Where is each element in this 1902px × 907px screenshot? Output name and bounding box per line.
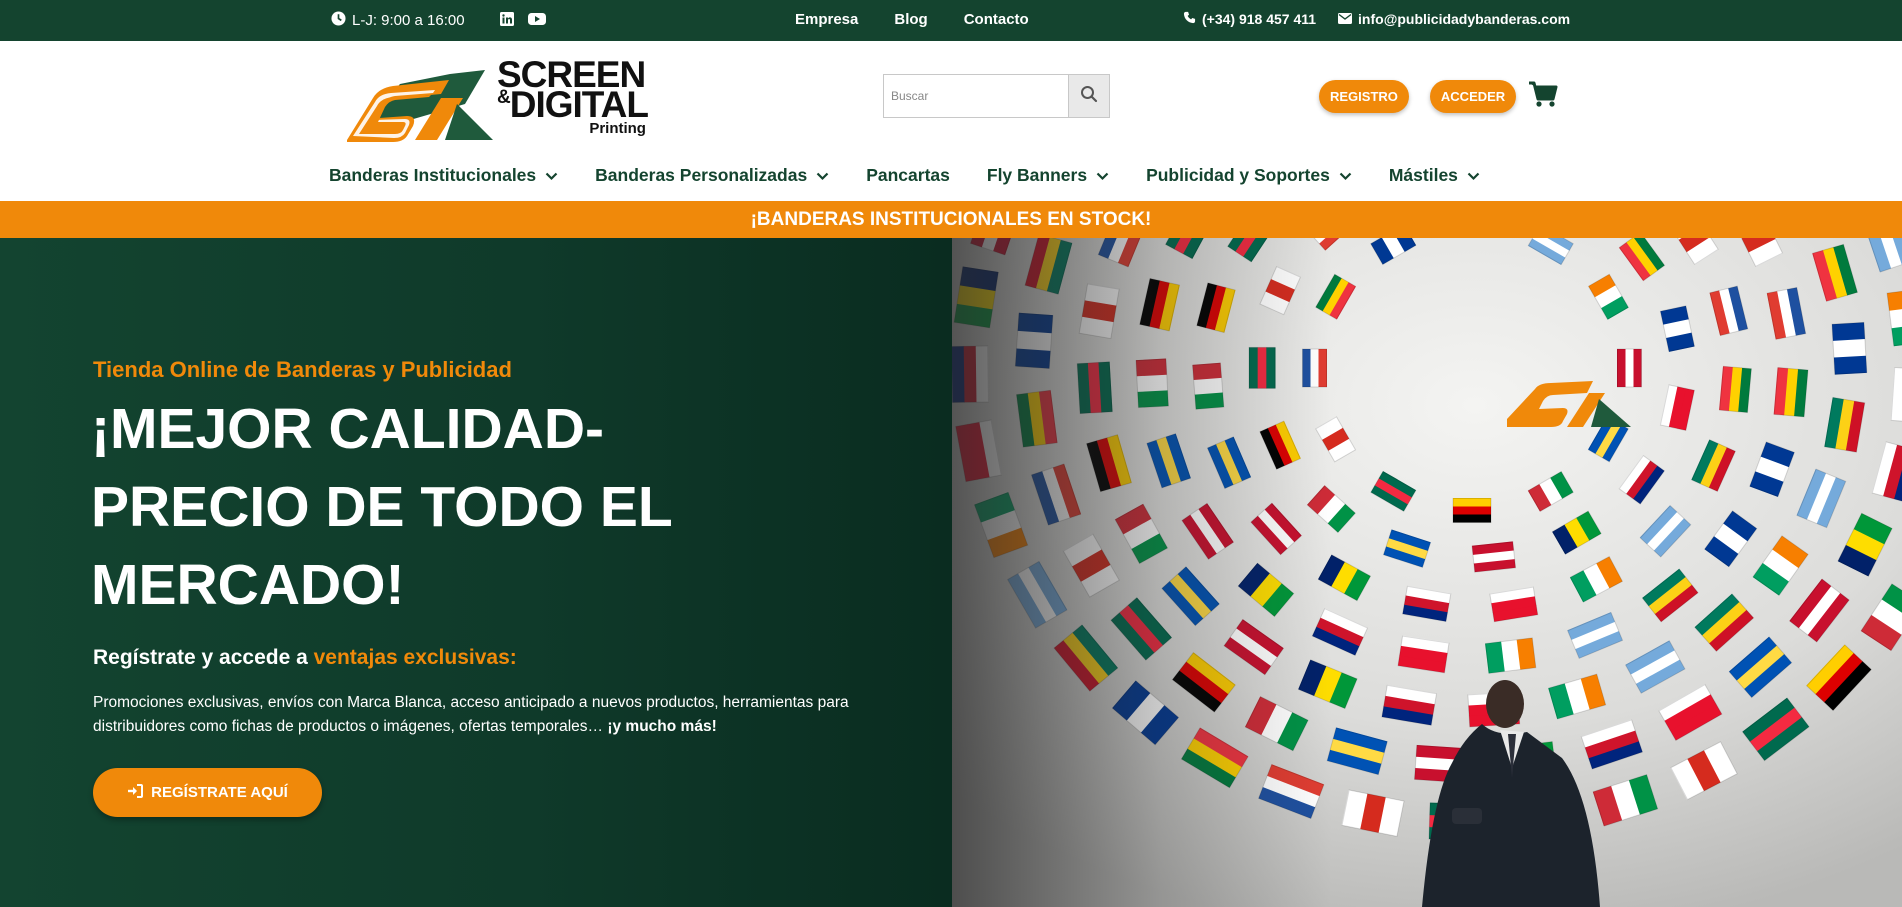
opening-hours-text: L-J: 9:00 a 16:00 bbox=[352, 12, 465, 29]
chevron-down-icon bbox=[1339, 165, 1352, 186]
nav-banderas-personalizadas[interactable]: Banderas Personalizadas bbox=[595, 165, 829, 186]
opening-hours: L-J: 9:00 a 16:00 bbox=[331, 11, 465, 30]
top-links: Empresa Blog Contacto bbox=[795, 11, 1029, 28]
top-bar: L-J: 9:00 a 16:00 Empresa Blog Contacto … bbox=[0, 0, 1902, 41]
clock-icon bbox=[331, 11, 346, 30]
logo-ampersand: & bbox=[497, 87, 511, 109]
sign-in-icon bbox=[127, 783, 144, 802]
nav-label: Banderas Institucionales bbox=[329, 165, 537, 185]
email-address: info@publicidadybanderas.com bbox=[1358, 11, 1571, 27]
register-cta-label: REGÍSTRATE AQUÍ bbox=[151, 784, 288, 801]
flag-wall-photo bbox=[952, 238, 1902, 907]
login-button[interactable]: ACCEDER bbox=[1429, 80, 1517, 113]
nav-label: Pancartas bbox=[866, 165, 950, 185]
register-cta-button[interactable]: REGÍSTRATE AQUÍ bbox=[93, 768, 322, 817]
nav-label: Mástiles bbox=[1388, 165, 1458, 185]
social-links bbox=[500, 12, 546, 30]
hero-subhead: Regístrate y accede a ventajas exclusiva… bbox=[93, 646, 517, 670]
nav-publicidad-y-soportes[interactable]: Publicidad y Soportes bbox=[1146, 165, 1352, 186]
phone-icon bbox=[1183, 11, 1196, 27]
nav-label: Fly Banners bbox=[986, 165, 1088, 185]
nav-fly-banners[interactable]: Fly Banners bbox=[987, 165, 1109, 186]
hero-description-text: Promociones exclusivas, envíos con Marca… bbox=[93, 694, 849, 735]
hero-subhead-prefix: Regístrate y accede a bbox=[93, 646, 314, 669]
nav-mastiles[interactable]: Mástiles bbox=[1389, 165, 1480, 186]
logo-wordmark: SCREEN &DIGITAL Printing bbox=[497, 56, 649, 136]
search-icon bbox=[1080, 85, 1098, 108]
cart-button[interactable] bbox=[1528, 81, 1558, 113]
top-link-blog[interactable]: Blog bbox=[894, 11, 927, 28]
site-header: SCREEN &DIGITAL Printing Buscar REGISTRO… bbox=[0, 41, 1902, 201]
contact-info: (+34) 918 457 411 info@publicidadybander… bbox=[1183, 11, 1570, 27]
nav-label: Publicidad y Soportes bbox=[1146, 165, 1330, 185]
main-nav: Banderas Institucionales Banderas Person… bbox=[329, 165, 1480, 186]
site-logo[interactable]: SCREEN &DIGITAL Printing bbox=[345, 56, 675, 146]
hero-headline: ¡MEJOR CALIDAD-PRECIO DE TODO EL MERCADO… bbox=[91, 397, 672, 617]
search-button[interactable] bbox=[1068, 74, 1110, 118]
announcement-bar[interactable]: ¡BANDERAS INSTITUCIONALES EN STOCK! bbox=[0, 201, 1902, 238]
cart-icon bbox=[1528, 81, 1558, 113]
youtube-icon[interactable] bbox=[528, 12, 546, 30]
search-input[interactable]: Buscar bbox=[883, 74, 1068, 118]
nav-label: Banderas Personalizadas bbox=[595, 165, 808, 185]
search-form: Buscar bbox=[883, 74, 1110, 118]
top-link-empresa[interactable]: Empresa bbox=[795, 11, 858, 28]
phone-link[interactable]: (+34) 918 457 411 bbox=[1183, 11, 1316, 27]
chevron-down-icon bbox=[545, 165, 558, 186]
chevron-down-icon bbox=[1096, 165, 1109, 186]
hero-subhead-highlight: ventajas exclusivas: bbox=[313, 646, 517, 669]
envelope-icon bbox=[1338, 11, 1353, 27]
hero-description: Promociones exclusivas, envíos con Marca… bbox=[93, 691, 853, 739]
nav-banderas-institucionales[interactable]: Banderas Institucionales bbox=[329, 165, 558, 186]
chevron-down-icon bbox=[816, 165, 829, 186]
register-button[interactable]: REGISTRO bbox=[1319, 80, 1409, 113]
logo-mark bbox=[347, 70, 493, 142]
nav-pancartas[interactable]: Pancartas bbox=[866, 165, 950, 186]
auth-buttons: REGISTRO ACCEDER bbox=[1319, 80, 1517, 113]
hero-image bbox=[952, 238, 1902, 907]
hero-description-bold: ¡y mucho más! bbox=[607, 718, 717, 735]
chevron-down-icon bbox=[1467, 165, 1480, 186]
phone-number: (+34) 918 457 411 bbox=[1202, 11, 1317, 27]
email-link[interactable]: info@publicidadybanderas.com bbox=[1338, 11, 1570, 27]
linkedin-icon[interactable] bbox=[500, 12, 514, 30]
hero-kicker: Tienda Online de Banderas y Publicidad bbox=[93, 357, 512, 382]
top-link-contacto[interactable]: Contacto bbox=[964, 11, 1029, 28]
